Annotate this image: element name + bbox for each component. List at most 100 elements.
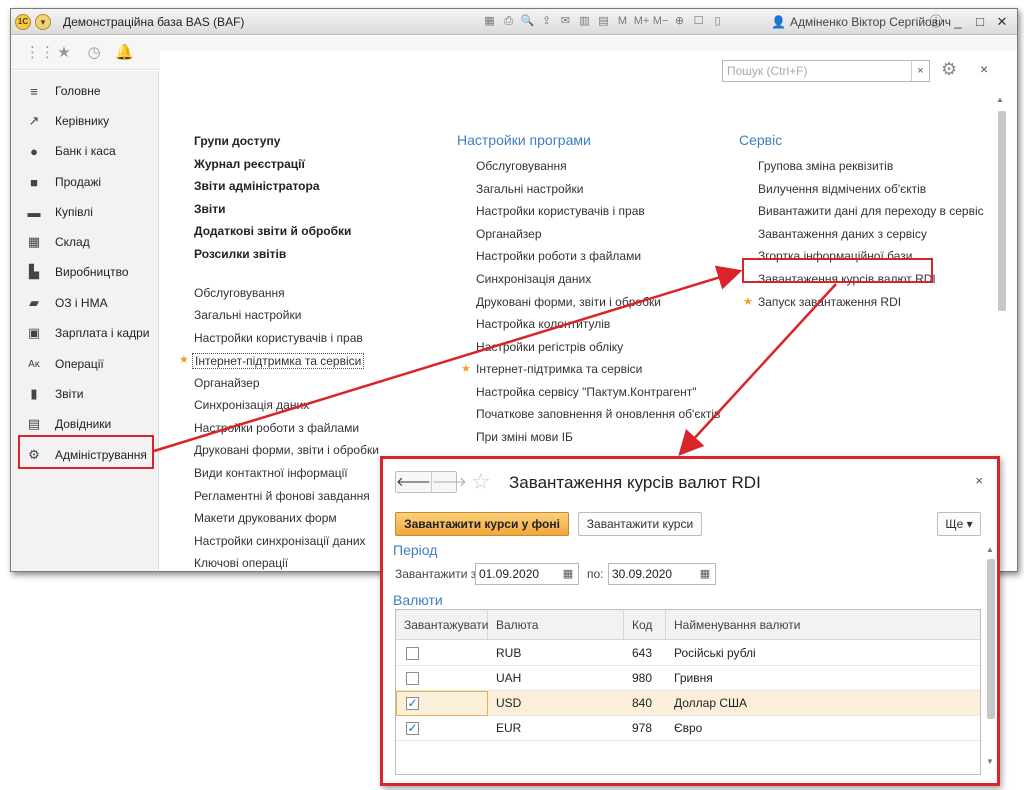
link-maintenance[interactable]: Обслуговування [194, 286, 285, 300]
table-row[interactable]: ✓ EUR 978 Євро [396, 716, 980, 741]
table-row[interactable]: ✓ USD 840 Доллар США [396, 691, 980, 716]
link-key-operations[interactable]: Ключові операції [194, 556, 288, 570]
sidebar-item-bank[interactable]: ● Банк і каса [11, 137, 159, 165]
link-import-service[interactable]: Завантаження даних з сервісу [758, 227, 927, 241]
zoom-icon[interactable]: ⊕ [671, 13, 688, 30]
mail-icon[interactable]: ✉ [557, 13, 574, 30]
panel-scrollbar[interactable] [998, 111, 1006, 311]
memory-minus-button[interactable]: M− [652, 13, 669, 30]
more-button[interactable]: Ще ▾ [937, 512, 981, 536]
close-panel-button[interactable]: × [980, 61, 988, 77]
sidebar-item-payroll[interactable]: ▣ Зарплата і кадри [11, 319, 159, 347]
to-date-input[interactable]: 30.09.2020 ▦ [608, 563, 716, 585]
window-icon[interactable]: ☐ [690, 13, 707, 30]
link-access-groups[interactable]: Групи доступу [194, 134, 280, 148]
link-reports[interactable]: Звіти [194, 202, 225, 216]
sidebar-item-operations[interactable]: Аᴋ Операції [11, 350, 159, 378]
link-users-rights-2[interactable]: Настройки користувачів і прав [476, 204, 645, 218]
scroll-up-arrow[interactable]: ▲ [986, 545, 994, 554]
forward-button[interactable]: 🡒 [430, 472, 467, 492]
link-report-mailings[interactable]: Розсилки звітів [194, 247, 286, 261]
sidebar-item-sales[interactable]: ■ Продажі [11, 168, 159, 196]
table-row[interactable]: RUB 643 Російські рублі [396, 641, 980, 666]
info-icon[interactable]: ⓘ [927, 13, 945, 31]
sidebar-item-home[interactable]: ≡ Головне [11, 77, 159, 105]
sidebar-item-warehouse[interactable]: ▦ Склад [11, 228, 159, 256]
link-internet-support-2[interactable]: Інтернет-підтримка та сервіси [476, 362, 642, 376]
column-header-code[interactable]: Код [624, 610, 666, 640]
link-export-service[interactable]: Вивантажити дані для переходу в сервіс [758, 204, 984, 218]
clear-search-button[interactable]: × [911, 61, 929, 81]
main-menu-button[interactable]: ▾ [35, 14, 51, 30]
upload-icon[interactable]: ⇪ [538, 13, 555, 30]
current-user[interactable]: 👤 Адміненко Віктор Сергійович [771, 15, 951, 29]
scroll-down-arrow[interactable]: ▼ [986, 757, 994, 766]
link-users-rights[interactable]: Настройки користувачів і прав [194, 331, 363, 345]
column-header-currency[interactable]: Валюта [488, 610, 624, 640]
minimize-button[interactable]: _ [949, 13, 967, 31]
print-icon[interactable]: ⎙ [500, 13, 517, 30]
settings-gear-icon[interactable]: ⚙ [941, 59, 957, 80]
load-checkbox[interactable] [406, 672, 419, 685]
link-print-templates[interactable]: Макети друкованих форм [194, 511, 337, 525]
close-window-button[interactable]: ✕ [993, 13, 1011, 31]
link-scheduled-jobs[interactable]: Регламентні й фонові завдання [194, 489, 370, 503]
link-initial-fill[interactable]: Початкове заповнення й оновлення об'єкті… [476, 407, 720, 421]
link-general-settings-2[interactable]: Загальні настройки [476, 182, 583, 196]
apps-icon[interactable]: ⋮⋮ [25, 44, 55, 62]
link-file-settings-2[interactable]: Настройки роботи з файлами [476, 249, 641, 263]
maximize-button[interactable]: □ [971, 13, 989, 31]
load-checkbox[interactable]: ✓ [406, 697, 419, 710]
from-date-input[interactable]: 01.09.2020 ▦ [475, 563, 579, 585]
column-header-name[interactable]: Найменування валюти [666, 610, 980, 640]
link-language-change[interactable]: При зміні мови ІБ [476, 430, 573, 444]
favorites-star-icon[interactable]: ★ [55, 44, 73, 62]
sidebar-item-reports[interactable]: ▮ Звіти [11, 380, 159, 408]
link-data-sync-2[interactable]: Синхронізація даних [476, 272, 591, 286]
link-maintenance-2[interactable]: Обслуговування [476, 159, 567, 173]
calendar-icon[interactable]: ▦ [697, 566, 713, 582]
link-file-settings[interactable]: Настройки роботи з файлами [194, 421, 359, 435]
calculator-icon[interactable]: ▥ [576, 13, 593, 30]
notifications-bell-icon[interactable]: 🔔 [115, 44, 134, 62]
link-headers-footers[interactable]: Настройка колонтитулів [476, 317, 610, 331]
dialog-scrollbar[interactable] [987, 559, 995, 719]
load-rates-button[interactable]: Завантажити курси [578, 512, 702, 536]
back-button[interactable]: 🡐 [396, 472, 431, 492]
memory-plus-button[interactable]: M+ [633, 13, 650, 30]
panel-icon[interactable]: ▯ [709, 13, 726, 30]
link-general-settings[interactable]: Загальні настройки [194, 308, 301, 322]
calendar-icon[interactable]: ▤ [595, 13, 612, 30]
history-icon[interactable]: ◷ [85, 44, 103, 62]
link-print-forms[interactable]: Друковані форми, звіти і обробки [194, 443, 379, 457]
memory-m-button[interactable]: M [614, 13, 631, 30]
sidebar-item-purchases[interactable]: ▬ Купівлі [11, 198, 159, 226]
link-sync-settings[interactable]: Настройки синхронізації даних [194, 534, 366, 548]
favorite-star-icon[interactable]: ☆ [471, 469, 491, 495]
scroll-up-arrow[interactable]: ▲ [996, 95, 1004, 104]
table-row[interactable]: UAH 980 Гривня [396, 666, 980, 691]
link-organizer[interactable]: Органайзер [194, 376, 260, 390]
load-rates-background-button[interactable]: Завантажити курси у фоні [395, 512, 569, 536]
sidebar-item-assets[interactable]: ▰ ОЗ і НМА [11, 289, 159, 317]
calendar-icon[interactable]: ▦ [560, 566, 576, 582]
sidebar-item-manager[interactable]: ↗ Керівнику [11, 107, 159, 135]
link-run-rdi-load[interactable]: Запуск завантаження RDI [758, 295, 901, 309]
load-checkbox[interactable]: ✓ [406, 722, 419, 735]
link-internet-support[interactable]: Інтернет-підтримка та сервіси [192, 353, 365, 369]
save-icon[interactable]: ▦ [481, 13, 498, 30]
link-additional-reports[interactable]: Додаткові звіти й обробки [194, 224, 351, 238]
link-pactum-settings[interactable]: Настройка сервісу "Пактум.Контрагент" [476, 385, 696, 399]
link-group-change[interactable]: Групова зміна реквізитів [758, 159, 893, 173]
link-delete-marked[interactable]: Вилучення відмічених об'єктів [758, 182, 926, 196]
preview-icon[interactable]: 🔍 [519, 13, 536, 30]
column-header-load[interactable]: Завантажувати [396, 610, 489, 640]
link-print-forms-2[interactable]: Друковані форми, звіти і обробки [476, 295, 661, 309]
link-ledger-settings[interactable]: Настройки регістрів обліку [476, 340, 623, 354]
link-contact-info-types[interactable]: Види контактної інформації [194, 466, 348, 480]
link-data-sync[interactable]: Синхронізація даних [194, 398, 309, 412]
link-event-log[interactable]: Журнал реєстрації [194, 157, 305, 171]
link-admin-reports[interactable]: Звіти адміністратора [194, 179, 320, 193]
sidebar-item-directories[interactable]: ▤ Довідники [11, 410, 159, 438]
sidebar-item-production[interactable]: ▙ Виробництво [11, 258, 159, 286]
